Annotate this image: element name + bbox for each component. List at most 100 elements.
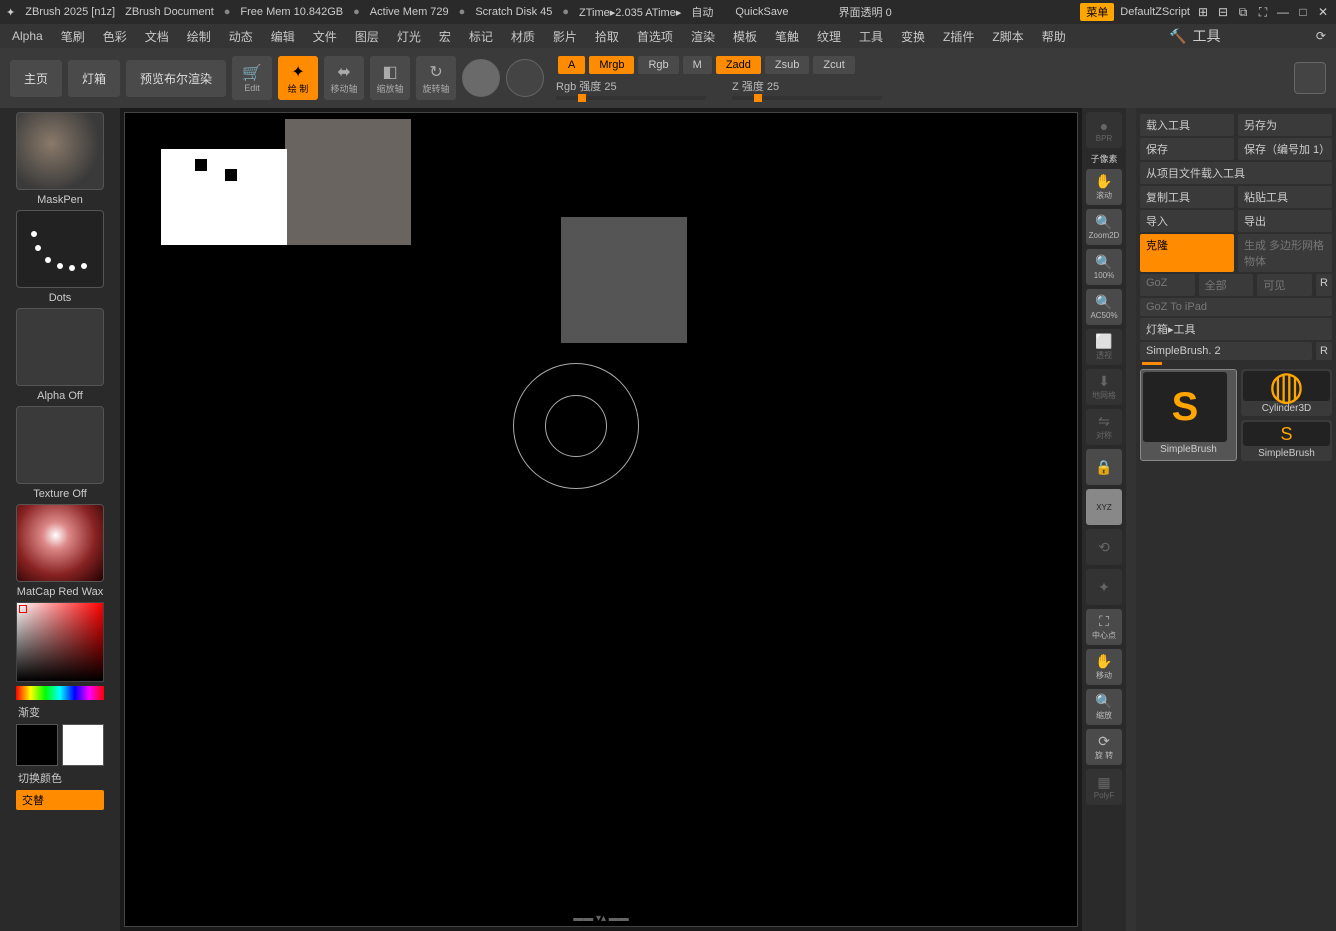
menu-dynamic[interactable]: 动态 <box>221 26 261 47</box>
menu-picker[interactable]: 拾取 <box>587 26 627 47</box>
lightbox-button[interactable]: 灯箱 <box>68 60 120 97</box>
menu-brush[interactable]: 笔刷 <box>53 26 93 47</box>
menu-file[interactable]: 文件 <box>305 26 345 47</box>
menu-texture[interactable]: 纹理 <box>809 26 849 47</box>
bpr-button[interactable]: ●BPR <box>1086 112 1122 148</box>
tool-hammer-icon[interactable]: 🔨 <box>1169 28 1186 45</box>
aahalf-button[interactable]: 🔍AC50% <box>1086 289 1122 325</box>
import-button[interactable]: 导入 <box>1140 210 1234 232</box>
right-divider-handle[interactable] <box>1126 108 1136 931</box>
zoom-view-button[interactable]: 🔍缩放 <box>1086 689 1122 725</box>
rotate-view-button[interactable]: ⟳旋 转 <box>1086 729 1122 765</box>
menu-movie[interactable]: 影片 <box>545 26 585 47</box>
brush-selector[interactable] <box>16 112 104 190</box>
tool-r-button[interactable]: R <box>1316 342 1332 360</box>
tool-item-cylinder3d[interactable]: ◍ Cylinder3D <box>1241 369 1332 416</box>
rgb-intensity-slider[interactable]: Rgb 强度 25 <box>556 78 706 100</box>
transparency-slider[interactable]: 界面透明 0 <box>839 4 892 20</box>
menu-alpha[interactable]: Alpha <box>4 27 51 45</box>
focal-icon[interactable] <box>1294 62 1326 94</box>
persp-button[interactable]: ⬜透视 <box>1086 329 1122 365</box>
menu-edit[interactable]: 编辑 <box>263 26 303 47</box>
main-color-swatch[interactable] <box>16 724 58 766</box>
a-button[interactable]: A <box>558 56 585 74</box>
layout-icon[interactable]: ⊞ <box>1196 5 1210 19</box>
menu-layer[interactable]: 图层 <box>347 26 387 47</box>
zadd-button[interactable]: Zadd <box>716 56 761 74</box>
menu-stencil[interactable]: 模板 <box>725 26 765 47</box>
actual-size-button[interactable]: 🔍100% <box>1086 249 1122 285</box>
canvas-scrollbar[interactable]: ▬▬ ▾▴ ▬▬ <box>573 913 629 924</box>
m-button[interactable]: M <box>683 56 712 74</box>
menu-material[interactable]: 材质 <box>503 26 543 47</box>
tool-item-simplebrush2[interactable]: S SimpleBrush <box>1241 420 1332 461</box>
load-from-project-button[interactable]: 从项目文件载入工具 <box>1140 162 1332 184</box>
menu-document[interactable]: 文档 <box>137 26 177 47</box>
paste-tool-button[interactable]: 粘贴工具 <box>1238 186 1332 208</box>
edit-mode-icon[interactable]: 🛒Edit <box>232 56 272 100</box>
auto-label[interactable]: 自动 <box>691 4 713 20</box>
goz-ipad-button[interactable]: GoZ To iPad <box>1140 298 1332 316</box>
copy-tool-button[interactable]: 复制工具 <box>1140 186 1234 208</box>
menu-marker[interactable]: 标记 <box>461 26 501 47</box>
make-polymesh-button[interactable]: 生成 多边形网格物体 <box>1238 234 1332 272</box>
texture-selector[interactable] <box>16 406 104 484</box>
menu-color[interactable]: 色彩 <box>95 26 135 47</box>
menu-preferences[interactable]: 首选项 <box>629 26 681 47</box>
save-button[interactable]: 保存 <box>1140 138 1234 160</box>
default-zscript[interactable]: DefaultZScript <box>1120 6 1190 18</box>
goz-r-button[interactable]: R <box>1316 274 1332 296</box>
restore-icon[interactable]: ⧉ <box>1236 5 1250 19</box>
zcut-button[interactable]: Zcut <box>813 56 854 74</box>
color-picker[interactable] <box>16 602 104 682</box>
z-intensity-slider[interactable]: Z 强度 25 <box>732 78 882 100</box>
current-tool-name[interactable]: SimpleBrush. 2 <box>1140 342 1312 360</box>
stroke-selector[interactable] <box>16 210 104 288</box>
alternate-button[interactable]: 交替 <box>16 790 104 810</box>
preview-boolean-button[interactable]: 预览布尔渲染 <box>126 60 226 97</box>
sphere2-icon[interactable] <box>506 59 544 97</box>
refresh-icon[interactable]: ⟳ <box>1316 29 1326 43</box>
menu-render[interactable]: 渲染 <box>683 26 723 47</box>
save-as-button[interactable]: 另存为 <box>1238 114 1332 136</box>
zoom2d-button[interactable]: 🔍Zoom2D <box>1086 209 1122 245</box>
menu-button[interactable]: 菜单 <box>1080 3 1114 21</box>
mrgb-button[interactable]: Mrgb <box>589 56 634 74</box>
maximize-icon[interactable]: □ <box>1296 5 1310 19</box>
load-tool-button[interactable]: 载入工具 <box>1140 114 1234 136</box>
lightbox-tool-button[interactable]: 灯箱▸工具 <box>1140 318 1332 340</box>
polyframe-button[interactable]: ▦PolyF <box>1086 769 1122 805</box>
menu-help[interactable]: 帮助 <box>1034 26 1074 47</box>
axis-icon[interactable]: ✦ <box>1086 569 1122 605</box>
move-gizmo-icon[interactable]: ⬌移动轴 <box>324 56 364 100</box>
gradient-label[interactable]: 渐变 <box>4 704 116 720</box>
minimize-icon[interactable]: — <box>1276 5 1290 19</box>
clone-button[interactable]: 克隆 <box>1140 234 1234 272</box>
menu-tool[interactable]: 工具 <box>851 26 891 47</box>
menu-macro[interactable]: 宏 <box>431 26 459 47</box>
layout2-icon[interactable]: ⊟ <box>1216 5 1230 19</box>
rotate-gizmo-icon[interactable]: ↻旋转轴 <box>416 56 456 100</box>
scroll-button[interactable]: ✋滚动 <box>1086 169 1122 205</box>
menu-light[interactable]: 灯光 <box>389 26 429 47</box>
menu-transform[interactable]: 变换 <box>893 26 933 47</box>
material-selector[interactable] <box>16 504 104 582</box>
secondary-color-swatch[interactable] <box>62 724 104 766</box>
goz-button[interactable]: GoZ <box>1140 274 1195 296</box>
zsub-button[interactable]: Zsub <box>765 56 809 74</box>
frame-button[interactable]: ⛶中心点 <box>1086 609 1122 645</box>
symmetry-button[interactable]: ⇋对称 <box>1086 409 1122 445</box>
alpha-selector[interactable] <box>16 308 104 386</box>
draw-mode-icon[interactable]: ✦绘 制 <box>278 56 318 100</box>
dock-icon[interactable]: ⛶ <box>1256 5 1270 19</box>
floor-button[interactable]: ⬇地网格 <box>1086 369 1122 405</box>
lock-button[interactable]: 🔒 <box>1086 449 1122 485</box>
switch-color-label[interactable]: 切换颜色 <box>4 770 116 786</box>
tool-item-simplebrush[interactable]: S SimpleBrush <box>1140 369 1237 461</box>
move-view-button[interactable]: ✋移动 <box>1086 649 1122 685</box>
close-icon[interactable]: ✕ <box>1316 5 1330 19</box>
goz-all-button[interactable]: 全部 <box>1199 274 1254 296</box>
localrot-icon[interactable]: ⟲ <box>1086 529 1122 565</box>
scale-gizmo-icon[interactable]: ◧缩放轴 <box>370 56 410 100</box>
xyz-button[interactable]: XYZ <box>1086 489 1122 525</box>
